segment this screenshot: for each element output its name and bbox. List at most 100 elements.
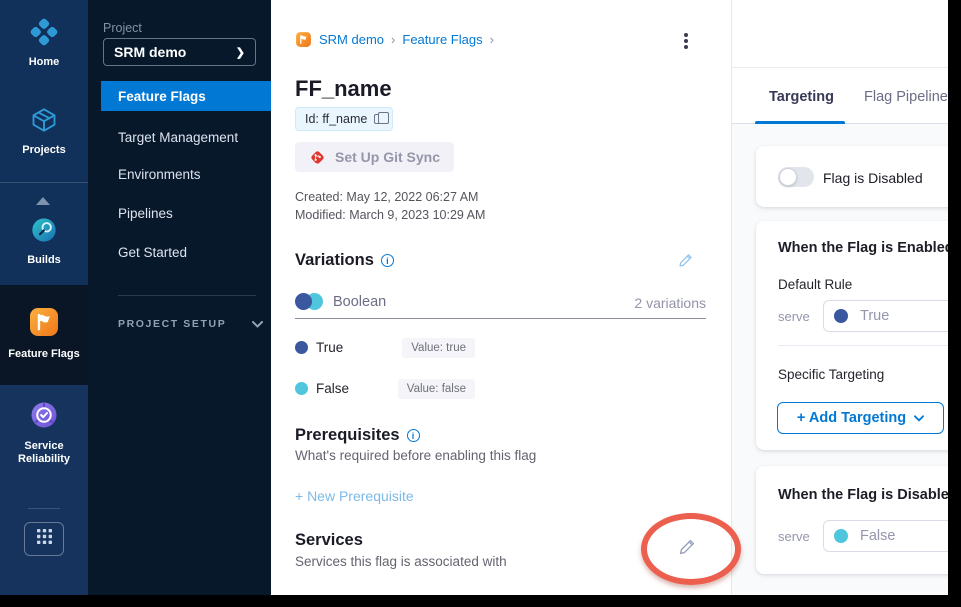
breadcrumb: SRM demo › Feature Flags › [295, 31, 494, 48]
sidebar-item-environments[interactable]: Environments [118, 167, 201, 182]
window-edge-bottom [0, 595, 961, 607]
service-reliability-icon [29, 400, 59, 435]
info-icon[interactable] [381, 254, 394, 267]
services-heading: Services [295, 531, 363, 550]
add-targeting-label: + Add Targeting [797, 410, 906, 426]
rail-divider-bottom [28, 508, 60, 509]
sidebar-item-get-started[interactable]: Get Started [118, 245, 187, 260]
false-variation-dot [295, 382, 308, 395]
prerequisites-heading-text: Prerequisites [295, 426, 400, 445]
serve-value: True [860, 308, 889, 324]
chevron-right-icon [236, 46, 245, 59]
kebab-menu-icon[interactable] [684, 33, 688, 37]
variation-name: True [316, 340, 343, 355]
variation-value-badge: Value: true [402, 338, 475, 358]
set-up-git-sync-button[interactable]: Set Up Git Sync [295, 142, 454, 172]
variation-row-false: False [295, 381, 349, 396]
variations-count: 2 variations [295, 295, 706, 311]
caret-up-icon[interactable] [36, 197, 50, 205]
info-icon[interactable] [407, 429, 420, 442]
window-edge-right [948, 0, 961, 607]
home-icon [30, 18, 58, 51]
breadcrumb-separator: › [391, 32, 395, 47]
targeting-panel: Targeting Flag Pipeline Flag is Disabled… [731, 0, 961, 595]
false-variation-dot [834, 529, 848, 543]
project-selector[interactable]: SRM demo [103, 38, 256, 66]
breadcrumb-project-link[interactable]: SRM demo [319, 32, 384, 47]
rail-item-builds[interactable]: Builds [0, 216, 88, 267]
rail-label: Builds [27, 254, 61, 267]
chevron-down-icon [914, 415, 924, 422]
git-sync-label: Set Up Git Sync [335, 149, 440, 165]
panel-tabbar: Targeting Flag Pipeline [732, 68, 961, 124]
boolean-type-icon [295, 293, 323, 310]
flag-enabled-toggle[interactable] [778, 167, 814, 187]
prerequisites-subtext: What's required before enabling this fla… [295, 448, 536, 463]
services-subtext: Services this flag is associated with [295, 554, 507, 569]
project-sidebar: Project SRM demo Feature Flags Target Ma… [88, 0, 271, 595]
specific-targeting-label: Specific Targeting [778, 367, 884, 382]
rail-item-home[interactable]: Home [0, 18, 88, 69]
projects-icon [30, 106, 58, 139]
project-name: SRM demo [114, 44, 186, 60]
tab-active-underline [755, 121, 845, 124]
feature-flags-logo-icon [295, 31, 312, 48]
tab-flag-pipeline[interactable]: Flag Pipeline [864, 89, 948, 105]
sidebar-item-feature-flags[interactable]: Feature Flags [101, 81, 271, 111]
breadcrumb-separator: › [490, 32, 494, 47]
feature-flags-icon [28, 306, 60, 343]
rail-label: Home [29, 56, 60, 69]
rail-label: Feature Flags [8, 348, 80, 361]
serve-label: serve [778, 309, 810, 324]
sidebar-item-pipelines[interactable]: Pipelines [118, 206, 173, 221]
rail-divider [0, 182, 88, 183]
sidebar-item-label: Environments [118, 167, 201, 182]
rail-label: Projects [22, 144, 65, 157]
flag-state-label: Flag is Disabled [823, 170, 923, 186]
flag-id-badge[interactable]: Id: ff_name [295, 107, 393, 131]
true-variation-dot [295, 341, 308, 354]
variation-value-badge: Value: false [398, 379, 475, 399]
prerequisites-heading: Prerequisites [295, 426, 420, 445]
copy-icon[interactable] [374, 114, 383, 124]
serve-value: False [860, 528, 895, 544]
rail-item-projects[interactable]: Projects [0, 106, 88, 157]
module-rail: Home Projects Builds Feature Flags [0, 0, 88, 595]
flag-id-text: Id: ff_name [305, 112, 367, 126]
breadcrumb-feature-flags-link[interactable]: Feature Flags [402, 32, 482, 47]
project-setup-toggle[interactable]: PROJECT SETUP [118, 315, 263, 333]
flag-detail-main: SRM demo › Feature Flags › FF_name Id: f… [271, 0, 731, 595]
sidebar-divider [118, 295, 256, 296]
enabled-rules-card: When the Flag is Enabled Default Rule se… [756, 221, 961, 450]
builds-icon [30, 216, 58, 249]
true-variation-dot [834, 309, 848, 323]
sidebar-item-label: Pipelines [118, 206, 173, 221]
variations-heading: Variations [295, 251, 394, 270]
enabled-card-heading: When the Flag is Enabled [778, 240, 954, 256]
tab-targeting[interactable]: Targeting [769, 89, 834, 105]
disabled-card-heading: When the Flag is Disabled [778, 487, 958, 503]
card-divider [778, 345, 961, 346]
sidebar-item-label: Target Management [118, 130, 238, 145]
rail-item-feature-flags[interactable]: Feature Flags [0, 306, 88, 361]
disabled-rules-card: When the Flag is Disabled serve False [756, 466, 961, 574]
disabled-serve-select[interactable]: False [823, 520, 961, 552]
rail-label: Service Reliability [12, 440, 76, 466]
serve-label: serve [778, 529, 810, 544]
variations-divider [295, 318, 706, 319]
edit-variations-pencil-icon[interactable] [677, 251, 695, 274]
page-title: FF_name [295, 76, 392, 102]
sidebar-item-label: Get Started [118, 245, 187, 260]
chevron-down-icon [252, 315, 263, 333]
rail-item-service-reliability[interactable]: Service Reliability [0, 400, 88, 466]
module-grid-button[interactable] [24, 522, 64, 556]
sidebar-item-target-management[interactable]: Target Management [118, 130, 238, 145]
variation-row-true: True [295, 340, 343, 355]
modified-timestamp: Modified: March 9, 2023 10:29 AM [295, 208, 485, 222]
add-targeting-button[interactable]: + Add Targeting [777, 402, 944, 434]
red-annotation-ellipse [641, 513, 741, 585]
flag-state-card: Flag is Disabled [756, 146, 961, 207]
project-setup-label: PROJECT SETUP [118, 318, 226, 330]
default-serve-select[interactable]: True [823, 300, 961, 332]
new-prerequisite-button[interactable]: + New Prerequisite [295, 488, 414, 504]
